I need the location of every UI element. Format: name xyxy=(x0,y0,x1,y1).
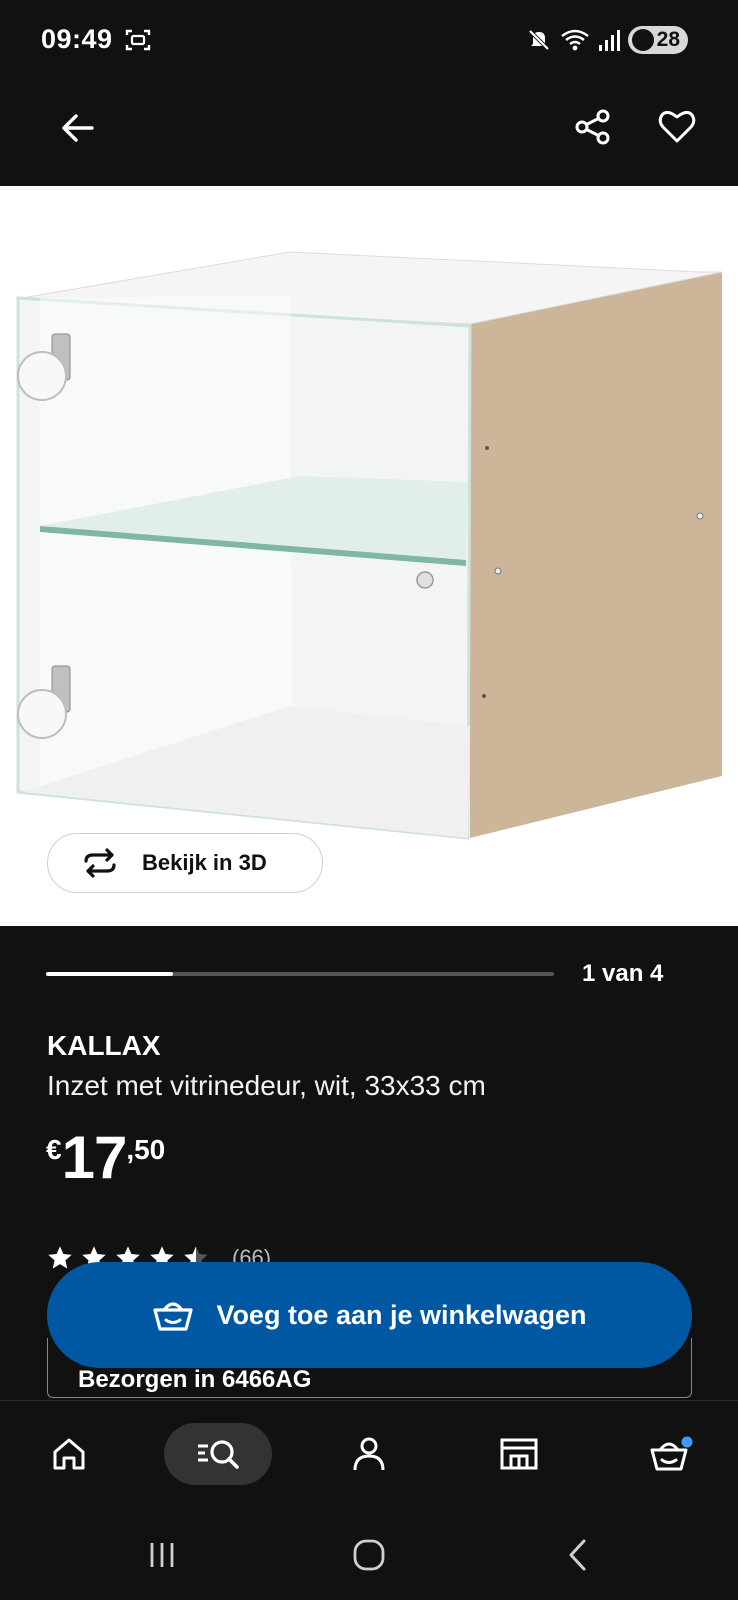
gallery-position: 1 van 4 xyxy=(582,960,664,987)
home-icon xyxy=(53,1438,85,1470)
price-decimal: ,50 xyxy=(126,1134,166,1165)
product-image-area[interactable]: Bekijk in 3D xyxy=(0,186,738,926)
add-to-cart-label: Voeg toe aan je winkelwagen xyxy=(216,1299,587,1330)
product-description: Inzet met vitrinedeur, wit, 33x33 cm xyxy=(47,1070,486,1101)
price-integer: 17 xyxy=(61,1124,128,1191)
price-currency: € xyxy=(46,1134,62,1165)
battery-saver-icon xyxy=(631,29,654,51)
profile-icon xyxy=(353,1437,385,1471)
recent-apps-icon xyxy=(150,1543,174,1567)
nav-store[interactable] xyxy=(488,1423,550,1485)
wifi-icon xyxy=(560,29,589,51)
signal-icon xyxy=(598,30,620,51)
basket-icon xyxy=(153,1302,194,1331)
battery-level: 28 xyxy=(656,28,680,51)
gallery-progress-fill xyxy=(46,972,173,976)
nav-profile[interactable] xyxy=(338,1423,400,1485)
product-name: KALLAX xyxy=(47,1030,161,1061)
status-icons: 28 xyxy=(526,24,688,56)
screenshot-icon xyxy=(125,29,151,51)
gallery-progress xyxy=(46,972,554,976)
status-time: 09:49 xyxy=(41,24,113,54)
app-header xyxy=(0,82,738,186)
recent-apps-button[interactable] xyxy=(132,1530,192,1580)
system-back-button[interactable] xyxy=(548,1530,608,1580)
view-3d-label: Bekijk in 3D xyxy=(142,850,267,875)
delivery-label: Bezorgen in 6466AG xyxy=(78,1366,312,1393)
search-icon xyxy=(198,1440,239,1469)
add-to-cart-button[interactable]: Voeg toe aan je winkelwagen xyxy=(47,1262,692,1368)
battery-indicator: 28 xyxy=(627,26,688,54)
system-nav xyxy=(0,1510,738,1600)
share-button[interactable] xyxy=(568,102,618,152)
share-icon xyxy=(575,109,610,145)
home-system-button[interactable] xyxy=(339,1530,399,1580)
nav-cart[interactable] xyxy=(640,1423,702,1485)
arrow-left-icon xyxy=(62,114,94,142)
mute-icon xyxy=(528,29,550,51)
store-icon xyxy=(500,1438,538,1470)
view-3d-button[interactable]: Bekijk in 3D xyxy=(47,833,323,893)
bottom-nav xyxy=(0,1400,738,1510)
nav-search[interactable] xyxy=(164,1423,272,1485)
product-price: € 17 ,50 xyxy=(46,1126,165,1190)
nav-home[interactable] xyxy=(38,1423,100,1485)
back-button[interactable] xyxy=(54,104,102,152)
home-circle-icon xyxy=(353,1539,385,1571)
product-image xyxy=(16,251,723,840)
rotate-3d-icon xyxy=(84,848,116,878)
favorite-button[interactable] xyxy=(652,102,702,152)
cart-badge xyxy=(681,1436,693,1448)
heart-icon xyxy=(658,110,696,143)
star-icon xyxy=(48,1246,72,1269)
status-bar: 09:49 28 xyxy=(0,0,738,82)
chevron-left-icon xyxy=(569,1539,586,1571)
cart-icon xyxy=(650,1436,693,1471)
